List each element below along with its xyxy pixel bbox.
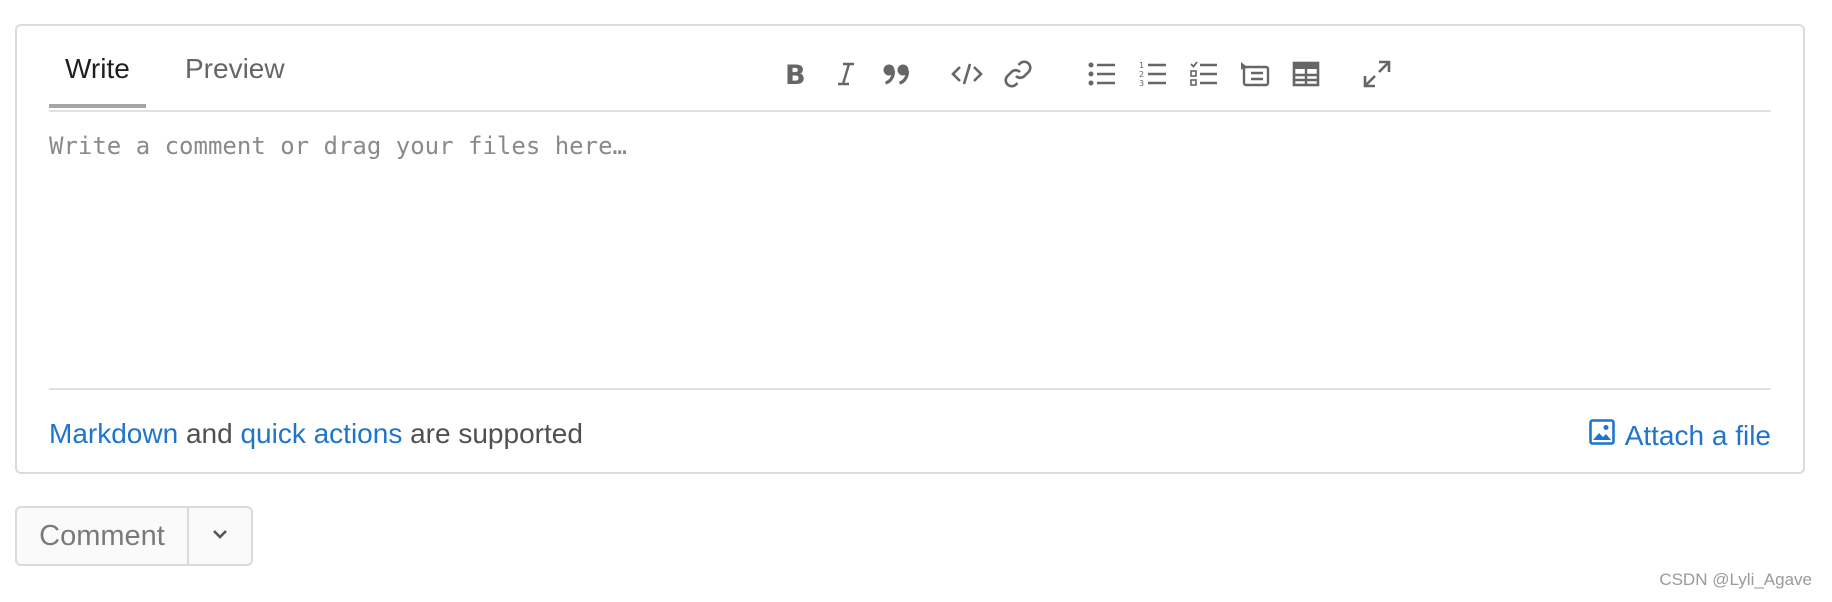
markdown-link[interactable]: Markdown bbox=[49, 418, 178, 449]
quick-actions-link[interactable]: quick actions bbox=[240, 418, 402, 449]
editor-footer: Markdown and quick actions are supported… bbox=[49, 412, 1771, 456]
bullet-list-icon[interactable] bbox=[1078, 50, 1126, 98]
attach-file-label: Attach a file bbox=[1624, 420, 1771, 451]
link-icon[interactable] bbox=[994, 50, 1042, 98]
watermark: CSDN @Lyli_Agave bbox=[1659, 570, 1812, 589]
collapsible-section-icon[interactable] bbox=[1231, 50, 1279, 98]
editor-tabs: Write Preview B 1 2 3 bbox=[49, 26, 1771, 112]
comment-button[interactable]: Comment bbox=[17, 508, 189, 564]
table-icon[interactable] bbox=[1282, 50, 1330, 98]
bold-icon[interactable]: B bbox=[771, 50, 819, 98]
comment-options-dropdown[interactable] bbox=[189, 508, 251, 564]
comment-editor: Write Preview B 1 2 3 Write a comment or… bbox=[15, 24, 1805, 474]
svg-text:2: 2 bbox=[1139, 70, 1144, 79]
numbered-list-icon[interactable]: 123 bbox=[1129, 50, 1177, 98]
comment-split-button: Comment bbox=[15, 506, 253, 566]
supported-text: are supported bbox=[410, 418, 583, 449]
attach-file-button[interactable]: Attach a file bbox=[1588, 414, 1771, 458]
task-list-icon[interactable] bbox=[1180, 50, 1228, 98]
comment-textarea[interactable] bbox=[49, 110, 1771, 388]
svg-text:1: 1 bbox=[1139, 61, 1144, 70]
comment-textarea-wrapper bbox=[49, 110, 1771, 390]
svg-text:3: 3 bbox=[1139, 79, 1144, 88]
fullscreen-icon[interactable] bbox=[1353, 50, 1401, 98]
tab-preview[interactable]: Preview bbox=[185, 46, 285, 106]
chevron-down-icon bbox=[211, 527, 229, 545]
markdown-toolbar: B 123 bbox=[771, 50, 1771, 98]
svg-text:B: B bbox=[785, 61, 806, 87]
code-icon[interactable] bbox=[943, 50, 991, 98]
quote-icon[interactable] bbox=[873, 50, 921, 98]
image-icon bbox=[1588, 414, 1615, 458]
italic-icon[interactable] bbox=[822, 50, 870, 98]
tab-write[interactable]: Write bbox=[49, 46, 146, 108]
and-text: and bbox=[185, 418, 233, 449]
